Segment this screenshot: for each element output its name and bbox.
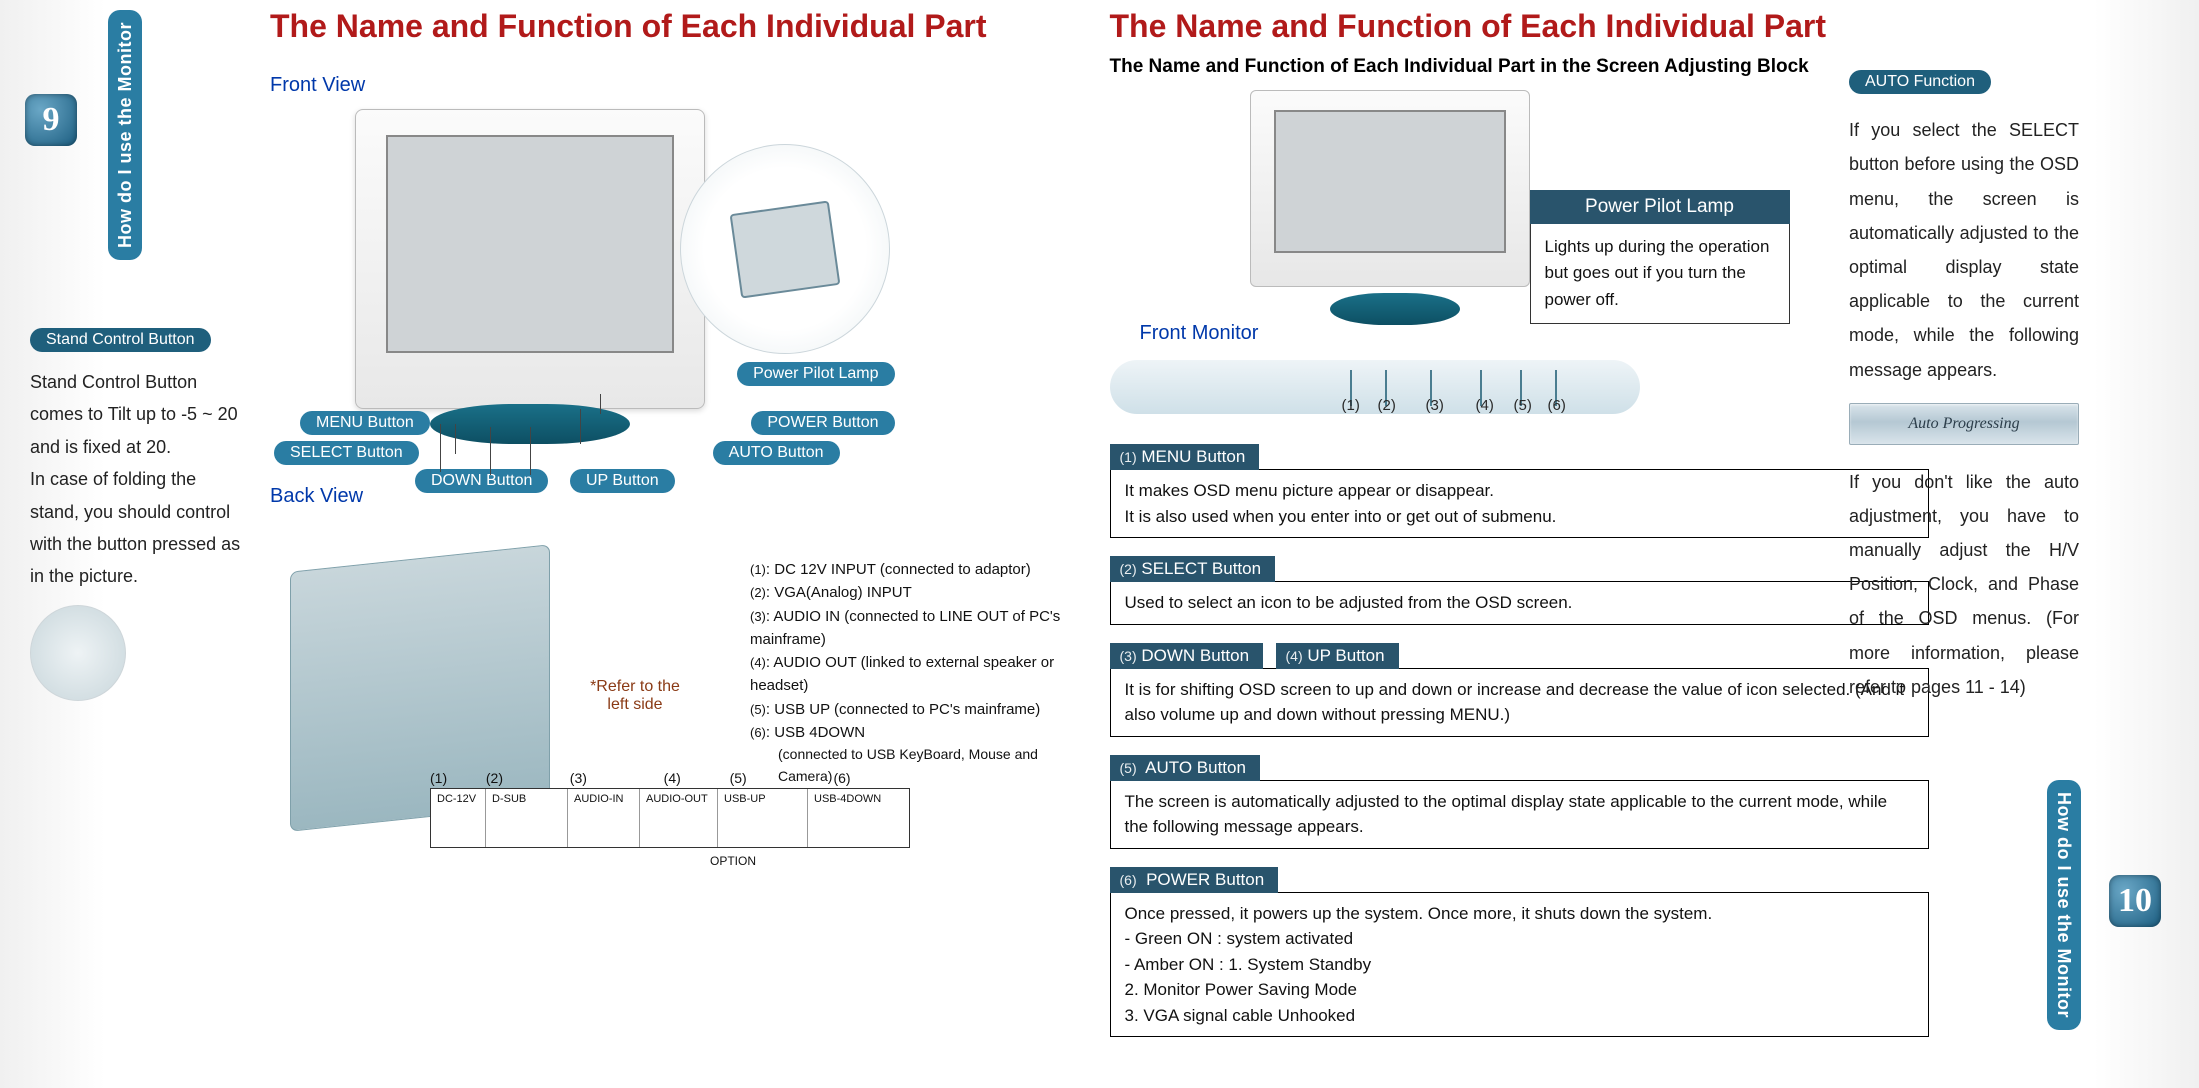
section-tab-right: How do I use the Monitor (2047, 780, 2081, 1030)
port-strip: DC-12V D-SUB AUDIO-IN AUDIO-OUT USB-UP U… (430, 788, 910, 848)
right-page-title: The Name and Function of Each Individual… (1110, 6, 1930, 46)
label-auto-button: AUTO Button (713, 441, 840, 465)
front-view-caption: Front View (270, 74, 365, 96)
stand-control-heading: Stand Control Button (30, 328, 211, 352)
refer-note: *Refer to the left side (580, 678, 690, 714)
section-tab-left: How do I use the Monitor (108, 10, 142, 260)
callout-auto-button: (5) AUTO Button The screen is automatica… (1110, 755, 1930, 849)
port-strip-numbers: (1) (2) (3) (4) (5) (6) (430, 770, 910, 786)
monitor-front-image (355, 109, 705, 409)
ppl-body: Lights up during the opera­tion but goes… (1530, 224, 1790, 324)
front-view-figure: Power Pilot Lamp POWER Button AUTO Butto… (270, 109, 1070, 479)
callout-down-up-button: (3) DOWN Button (4) UP Button It is for … (1110, 643, 1930, 737)
stand-control-body: Stand Control Button comes to Tilt up to… (30, 366, 250, 593)
callout-menu-button: (1) MENU Button It makes OSD menu pictur… (1110, 444, 1930, 538)
label-select-button: SELECT Button (274, 441, 419, 465)
callout-power-button: (6) POWER Button Once pressed, it powers… (1110, 867, 1930, 1038)
right-page-subtitle: The Name and Function of Each Individual… (1110, 56, 1930, 78)
auto-function-heading: AUTO Function (1849, 70, 1991, 94)
power-pilot-lamp-callout: Power Pilot Lamp Lights up during the op… (1530, 190, 1790, 324)
label-menu-button: MENU Button (300, 411, 430, 435)
front-monitor-image (1250, 90, 1530, 325)
label-power-button: POWER Button (751, 411, 894, 435)
callout-select-button: (2) SELECT Button Used to select an icon… (1110, 556, 1930, 625)
label-down-button: DOWN Button (415, 469, 548, 493)
stand-control-image (30, 605, 126, 701)
back-view-caption: Back View (270, 485, 363, 507)
sidebar-stand-control: Stand Control Button Stand Control Butto… (0, 328, 250, 701)
auto-progressing-box: Auto Progressing (1849, 403, 2079, 445)
sidebar-auto-function: AUTO Function If you select the SELECT b… (1849, 63, 2079, 704)
auto-function-body2: If you don't like the auto adjustment, y… (1849, 465, 2079, 704)
label-up-button: UP Button (570, 469, 675, 493)
monitor-tilt-thumbnail (680, 144, 890, 354)
page-number-right: 10 (2109, 875, 2161, 927)
port-strip-option-caption: OPTION (710, 854, 756, 868)
ppl-heading: Power Pilot Lamp (1530, 190, 1790, 224)
front-monitor-caption: Front Monitor (1140, 322, 1259, 345)
left-page-title: The Name and Function of Each Individual… (270, 6, 1070, 46)
page-number-left: 9 (25, 94, 77, 146)
label-power-pilot-lamp: Power Pilot Lamp (737, 362, 894, 386)
back-view-figure: *Refer to the left side (1): DC 12V INPU… (270, 538, 1070, 958)
auto-function-body1: If you select the SELECT button before u… (1849, 113, 2079, 387)
button-strip: (1) (2) (3) (4) (5) (6) (1110, 360, 1640, 420)
